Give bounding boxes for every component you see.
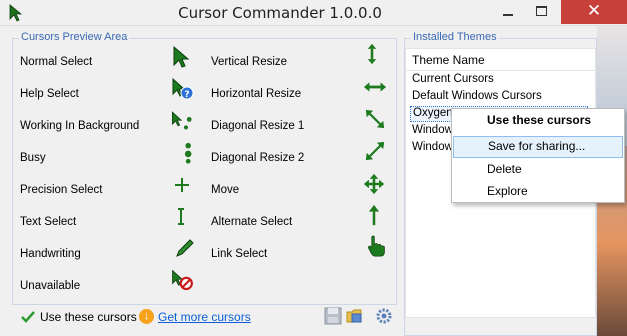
theme-item-current-cursors[interactable]: Current Cursors <box>412 73 494 85</box>
save-disk-icon[interactable] <box>324 307 342 325</box>
cursor-label-busy: Busy <box>20 152 46 164</box>
hand-cursor-icon <box>368 235 385 257</box>
cursor-label-help-select: Help Select <box>20 88 79 100</box>
theme-context-menu: Use these cursors Save for sharing... De… <box>451 108 625 203</box>
menu-item-explore[interactable]: Explore <box>453 181 623 203</box>
cursor-label-handwriting: Handwriting <box>20 248 81 260</box>
use-cursors-check-icon[interactable] <box>21 310 35 324</box>
pen-cursor-icon <box>176 239 194 257</box>
menu-item-delete[interactable]: Delete <box>453 159 623 181</box>
diagonal-resize-1-icon <box>365 109 385 129</box>
watermark-text: uantrimang <box>452 284 592 312</box>
alternate-select-icon <box>368 204 380 226</box>
menu-item-use-these-cursors[interactable]: Use these cursors <box>453 110 623 132</box>
cursor-label-link-select: Link Select <box>211 248 268 260</box>
cursor-label-working-background: Working In Background <box>20 120 140 132</box>
theme-item-window-2[interactable]: Window <box>412 141 453 153</box>
cursor-label-precision-select: Precision Select <box>20 184 103 196</box>
cursors-preview-label: Cursors Preview Area <box>19 31 130 43</box>
move-cursor-icon <box>363 173 385 195</box>
settings-gear-icon[interactable] <box>375 307 393 325</box>
horizontal-resize-icon <box>363 82 387 92</box>
crosshair-cursor-icon <box>175 178 189 192</box>
cursor-label-alternate-select: Alternate Select <box>211 216 293 228</box>
vertical-resize-icon <box>367 43 377 65</box>
theme-name-column-header[interactable]: Theme Name <box>406 49 595 71</box>
use-cursors-label[interactable]: Use these cursors <box>40 310 137 324</box>
cursor-label-move: Move <box>211 184 240 196</box>
cursor-label-text-select: Text Select <box>20 216 77 228</box>
cursor-label-vertical-resize: Vertical Resize <box>211 56 288 68</box>
close-button[interactable]: ✕ <box>561 0 627 24</box>
cursor-label-diagonal-resize-2: Diagonal Resize 2 <box>211 152 305 164</box>
minimize-icon <box>503 14 513 16</box>
menu-item-save-for-sharing[interactable]: Save for sharing... <box>453 136 623 158</box>
cursors-preview-group: Cursors Preview Area <box>12 31 397 305</box>
cursor-label-diagonal-resize-1: Diagonal Resize 1 <box>211 120 305 132</box>
help-cursor-icon: ? <box>172 78 194 100</box>
watermark: uantrimang <box>414 280 604 336</box>
ibeam-cursor-icon <box>178 208 184 225</box>
cursor-label-normal-select: Normal Select <box>20 56 93 68</box>
watermark-logo-icon <box>414 280 448 314</box>
maximize-icon <box>536 6 547 16</box>
window-title: Cursor Commander 1.0.0.0 <box>178 4 382 22</box>
working-cursor-icon <box>172 111 192 130</box>
maximize-button[interactable] <box>527 0 557 24</box>
cursor-label-unavailable: Unavailable <box>20 280 81 292</box>
arrow-cursor-icon <box>173 46 190 68</box>
minimize-button[interactable] <box>493 0 523 24</box>
installed-themes-label: Installed Themes <box>411 31 499 43</box>
theme-item-default-windows-cursors[interactable]: Default Windows Cursors <box>412 90 542 102</box>
svg-text:?: ? <box>184 90 189 100</box>
unavailable-cursor-icon <box>172 269 193 291</box>
preview-toolbar: Use these cursors ↓ Get more cursors <box>0 302 400 332</box>
download-info-icon: ↓ <box>139 309 154 324</box>
theme-item-window-1[interactable]: Window <box>412 124 453 136</box>
open-folder-icon[interactable] <box>346 307 364 325</box>
diagonal-resize-2-icon <box>365 141 385 161</box>
cursor-label-horizontal-resize: Horizontal Resize <box>211 88 302 100</box>
title-bar: Cursor Commander 1.0.0.0 ✕ <box>0 0 627 26</box>
close-icon: ✕ <box>586 1 602 21</box>
busy-cursor-icon <box>184 142 192 164</box>
get-more-cursors-link[interactable]: Get more cursors <box>158 310 251 324</box>
